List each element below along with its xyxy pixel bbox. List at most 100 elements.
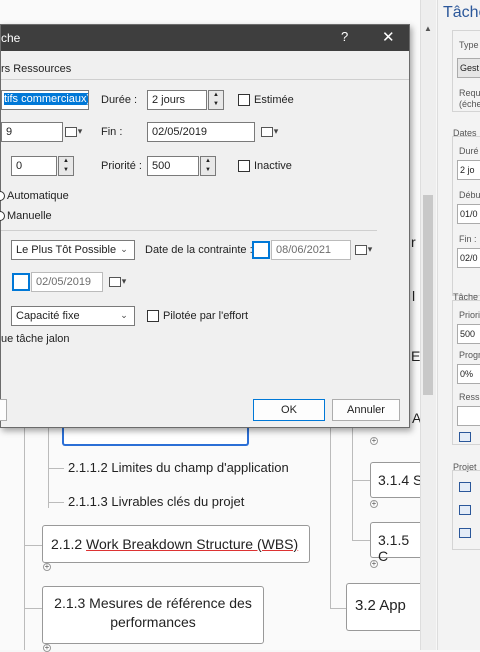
- percent-spinner[interactable]: ▲ ▼: [58, 156, 74, 176]
- tree-line: [24, 428, 25, 650]
- project-icon[interactable]: [459, 505, 471, 515]
- percent-complete-input[interactable]: 0: [11, 156, 57, 176]
- cancel-button[interactable]: Annuler: [332, 399, 400, 421]
- manual-schedule-label: Manuelle: [7, 210, 52, 222]
- wbs-node-title-line1: 2.1.3 Mesures de référence des: [54, 595, 252, 611]
- pane-title: Tâche: [443, 4, 480, 21]
- scroll-thumb[interactable]: [423, 195, 433, 395]
- request-label: Requ: [459, 88, 480, 98]
- project-icon[interactable]: [459, 528, 471, 538]
- wbs-node-performance[interactable]: 2.1.3 Mesures de référence des performan…: [42, 586, 264, 644]
- wbs-node-3-2[interactable]: 3.2 App: [346, 583, 430, 631]
- manual-schedule-radio[interactable]: [0, 211, 5, 221]
- milestone-label: ue tâche jalon: [1, 333, 70, 345]
- dialog-tabs[interactable]: rs Ressources: [1, 63, 71, 75]
- chevron-down-icon[interactable]: ⌄: [113, 306, 135, 326]
- close-icon[interactable]: ✕: [382, 28, 395, 46]
- ok-button[interactable]: OK: [253, 399, 325, 421]
- tree-line: [330, 428, 331, 608]
- type-select[interactable]: Gest: [457, 58, 480, 78]
- task-side-pane: ▼ Tâche Type Gest Requ (éche Dates Duré …: [437, 0, 480, 650]
- tree-line: [24, 545, 42, 546]
- priority-spinner[interactable]: ▲ ▼: [200, 156, 216, 176]
- finish-date-input[interactable]: 02/05/2019: [147, 122, 255, 142]
- wbs-node-edge-l[interactable]: l: [412, 288, 415, 304]
- constraint-date-dropdown[interactable]: ▾: [359, 240, 381, 260]
- duration-field[interactable]: 2 jo: [457, 160, 480, 180]
- finish-label: Fin :: [459, 234, 477, 244]
- general-panel: tifs commerciaux) Durée : 2 jours ▲ ▼ Est…: [0, 79, 409, 409]
- task-name-field[interactable]: tifs commerciaux): [1, 90, 89, 110]
- divider: [1, 230, 377, 231]
- priority-label: Priori: [459, 310, 480, 320]
- scroll-up-icon[interactable]: ▲: [424, 24, 432, 33]
- duration-input[interactable]: 2 jours: [147, 90, 207, 110]
- start-date-input[interactable]: 9: [1, 122, 63, 142]
- tree-line: [24, 608, 42, 609]
- deadline-dropdown[interactable]: ▾: [113, 272, 135, 292]
- dialog-title: che: [1, 31, 21, 45]
- wbs-node-wbs[interactable]: 2.1.2 Work Breakdown Structure (WBS): [42, 525, 310, 563]
- expand-icon[interactable]: +: [43, 563, 51, 571]
- constraint-date-input[interactable]: 08/06/2021: [271, 240, 351, 260]
- notes-button[interactable]: [0, 399, 7, 421]
- wbs-node-title: Work Breakdown Structure (WBS): [86, 536, 299, 552]
- task-name-value: tifs commerciaux): [4, 93, 89, 105]
- estimated-checkbox[interactable]: [238, 94, 250, 106]
- progress-field[interactable]: 0%: [457, 364, 480, 384]
- constraint-date-checkbox[interactable]: [252, 241, 270, 259]
- wbs-node-number: 2.1.2: [51, 536, 83, 552]
- deadline-checkbox[interactable]: [12, 273, 30, 291]
- wbs-node-title-line2: performances: [110, 614, 196, 630]
- expand-icon[interactable]: +: [43, 644, 51, 652]
- wbs-node-edge-e[interactable]: E: [411, 348, 420, 364]
- constraint-date-label: Date de la contrainte :: [145, 244, 253, 256]
- tree-line: [352, 480, 370, 481]
- task-dialog: che ? ✕ rs Ressources tifs commerciaux) …: [0, 24, 410, 428]
- resources-field[interactable]: [457, 406, 480, 426]
- deadline-input[interactable]: 02/05/2019: [31, 272, 103, 292]
- progress-label: Progr: [459, 350, 480, 360]
- inactive-label: Inactive: [254, 160, 292, 172]
- finish-date-dropdown[interactable]: ▾: [265, 122, 287, 142]
- help-icon[interactable]: ?: [341, 29, 348, 44]
- start-date-dropdown[interactable]: ▾: [69, 122, 91, 142]
- expand-icon[interactable]: +: [370, 560, 378, 568]
- duration-label: Duré: [459, 146, 479, 156]
- finish-label: Fin :: [101, 126, 123, 138]
- resource-list-icon[interactable]: [459, 432, 471, 442]
- duration-spinner[interactable]: ▲ ▼: [208, 90, 224, 110]
- wbs-node-deliverables[interactable]: 2.1.1.3 Livrables clés du projet: [68, 494, 244, 509]
- dialog-titlebar[interactable]: che ? ✕: [1, 25, 409, 51]
- finish-field[interactable]: 02/0: [457, 248, 480, 268]
- estimated-label: Estimée: [254, 94, 294, 106]
- expand-icon[interactable]: +: [370, 437, 378, 445]
- wbs-node-edge-r[interactable]: r: [411, 234, 416, 250]
- tree-line: [352, 428, 353, 540]
- priority-field[interactable]: 500: [457, 324, 480, 344]
- effort-driven-checkbox[interactable]: [147, 310, 159, 322]
- tree-line: [48, 468, 64, 469]
- project-icon[interactable]: [459, 482, 471, 492]
- tree-line: [330, 608, 346, 609]
- auto-schedule-radio[interactable]: [0, 191, 5, 201]
- wbs-node-title: 3.1.4 S: [378, 472, 423, 488]
- chevron-down-icon[interactable]: ⌄: [113, 240, 135, 260]
- start-label: Débu: [459, 190, 480, 200]
- inactive-checkbox[interactable]: [238, 160, 250, 172]
- tree-line: [352, 540, 370, 541]
- tree-line: [48, 502, 64, 503]
- wbs-node-title: 3.2 App: [355, 597, 406, 614]
- effort-driven-label: Pilotée par l'effort: [163, 310, 249, 322]
- request-label-2: (éche: [459, 99, 480, 109]
- resources-label: Ress: [459, 392, 480, 402]
- type-label: Type: [459, 40, 479, 50]
- wbs-node-scope-limits[interactable]: 2.1.1.2 Limites du champ d'application: [68, 460, 289, 475]
- priority-label: Priorité :: [101, 160, 142, 172]
- start-field[interactable]: 01/0: [457, 204, 480, 224]
- wbs-node-title: 3.1.5 C: [378, 532, 410, 564]
- auto-schedule-label: Automatique: [7, 190, 69, 202]
- priority-input[interactable]: 500: [147, 156, 199, 176]
- duration-label: Durée :: [101, 94, 138, 106]
- expand-icon[interactable]: +: [370, 500, 378, 508]
